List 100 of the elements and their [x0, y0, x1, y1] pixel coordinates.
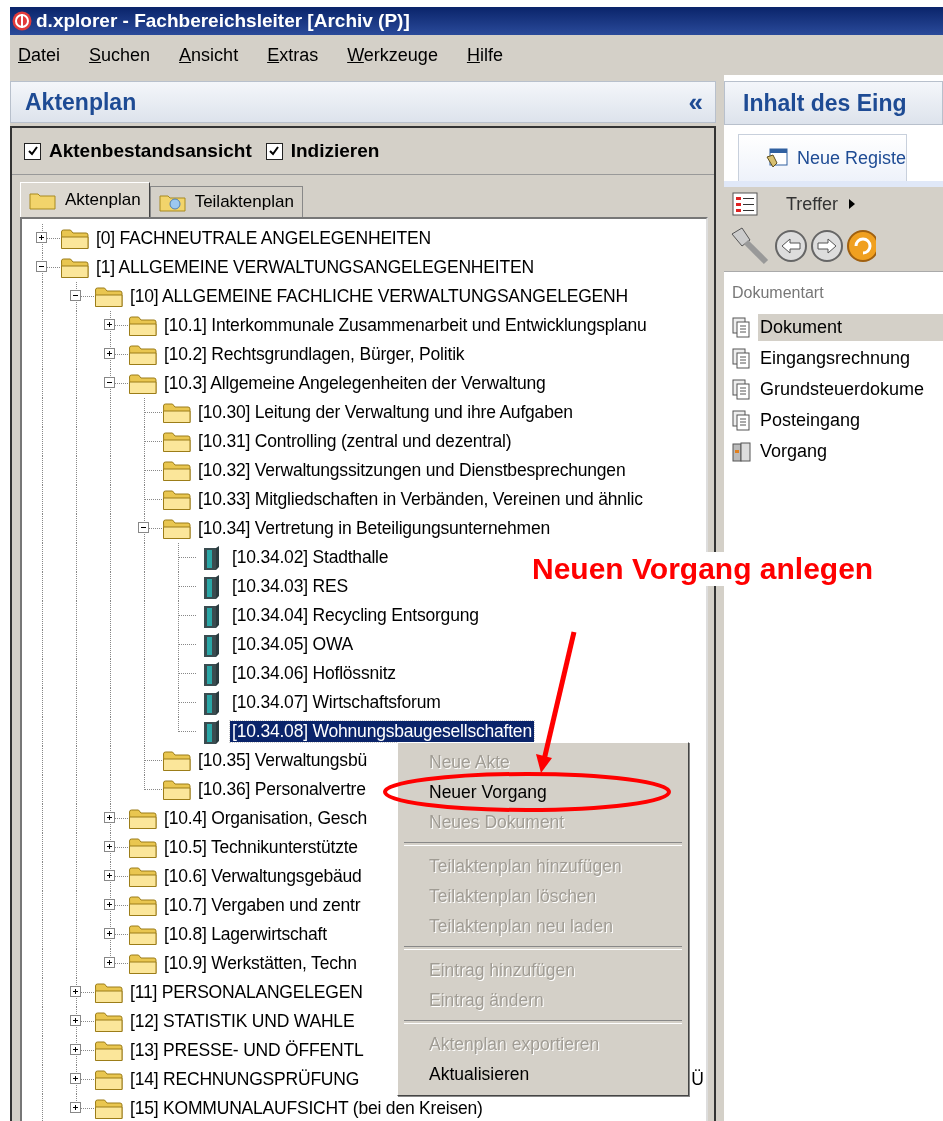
tree-item[interactable]: [10.1] Interkommunale Zusammenarbeit und Entwicklungsplanu — [162, 315, 649, 336]
expand-toggle[interactable] — [104, 812, 115, 823]
folder-icon — [128, 342, 158, 367]
document-icon — [732, 378, 752, 401]
expand-toggle[interactable] — [70, 986, 81, 997]
tree-item[interactable]: [13] PRESSE- UND ÖFFENTL — [128, 1040, 366, 1061]
menu-item[interactable]: Hilfe — [466, 44, 503, 66]
folder-icon — [94, 980, 124, 1005]
expand-toggle[interactable] — [70, 1073, 81, 1084]
checkbox-label: Aktenbestandsansicht — [49, 140, 252, 162]
caret-icon — [848, 198, 856, 210]
document-icon — [732, 316, 752, 339]
expand-toggle[interactable] — [104, 899, 115, 910]
tree-item[interactable]: [10.34.05] OWA — [230, 634, 356, 655]
expand-toggle[interactable] — [36, 232, 47, 243]
list-icon — [732, 192, 758, 216]
folder-icon — [94, 284, 124, 309]
menu-item[interactable]: Datei — [18, 44, 61, 66]
expand-toggle[interactable] — [138, 522, 149, 533]
folder-icon — [162, 748, 192, 773]
expand-toggle[interactable] — [70, 1044, 81, 1055]
expand-toggle[interactable] — [36, 261, 47, 272]
tree-item[interactable]: [10.34] Vertretung in Beteiligungsunternehmen — [196, 518, 552, 539]
expand-toggle[interactable] — [104, 870, 115, 881]
tree-item[interactable]: [10.8] Lagerwirtschaft — [162, 924, 329, 945]
folder-icon — [162, 429, 192, 454]
expand-toggle[interactable] — [104, 319, 115, 330]
folder-icon — [128, 893, 158, 918]
folder-icon — [162, 400, 192, 425]
tab[interactable]: Neue Registe — [738, 134, 908, 181]
tree-item[interactable]: [10.6] Verwaltungsgebäud — [162, 866, 364, 887]
folder-icon — [94, 1038, 124, 1063]
tree-item[interactable]: [10.34.06] Hoflössnitz — [230, 663, 398, 684]
folder-icon — [94, 1009, 124, 1034]
tree-item[interactable]: [11] PERSONALANGELEGEN — [128, 982, 365, 1003]
tree-item[interactable]: [10.34.03] RES — [230, 576, 350, 597]
checkbox[interactable] — [24, 142, 41, 160]
checkbox[interactable] — [265, 142, 283, 160]
expand-toggle[interactable] — [104, 377, 115, 388]
window-title: d.xplorer - Fachbereichsleiter [Archiv (P)] — [36, 10, 410, 32]
tree-item[interactable]: [10.3] Allgemeine Angelegenheiten der Verwaltung — [162, 373, 548, 394]
tab[interactable]: Aktenplan — [20, 182, 150, 217]
folder-icon — [128, 951, 158, 976]
tree-item[interactable]: [10.34.02] Stadthalle — [230, 547, 391, 568]
tree-item[interactable]: [10.2] Rechtsgrundlagen, Bürger, Politik — [162, 344, 467, 365]
tab[interactable]: Teilaktenplan — [149, 186, 303, 217]
expand-toggle[interactable] — [70, 1102, 81, 1113]
menu-item[interactable]: Werkzeuge — [347, 44, 438, 66]
expand-toggle[interactable] — [70, 1015, 81, 1026]
menu-item[interactable]: Extras — [267, 44, 319, 66]
list-item[interactable]: Posteingang — [758, 407, 943, 434]
tree-item[interactable]: [10.5] Technikunterstützte — [162, 837, 360, 858]
list-item[interactable]: Vorgang — [758, 438, 943, 465]
document-icon — [732, 347, 752, 370]
folder-icon — [162, 458, 192, 483]
refresh-icon[interactable] — [846, 229, 876, 263]
panel-title: Inhalt des Eing — [743, 89, 907, 117]
folder-icon — [158, 192, 187, 212]
tree-item[interactable]: [10.33] Mitgliedschaften in Verbänden, Vereinen und ähnlic — [196, 489, 645, 510]
list-item[interactable]: Eingangsrechnung — [758, 345, 943, 372]
folder-icon — [162, 487, 192, 512]
tree-item[interactable]: [0] FACHNEUTRALE ANGELEGENHEITEN — [94, 228, 433, 249]
hits-menu[interactable]: Treffer — [786, 193, 838, 215]
tree-item[interactable]: Ü — [691, 1069, 704, 1090]
expand-toggle[interactable] — [104, 957, 115, 968]
list-item[interactable]: Grundsteuerdokume — [758, 376, 943, 403]
expand-toggle[interactable] — [104, 348, 115, 359]
tree-item[interactable]: [10.9] Werkstätten, Techn — [162, 953, 359, 974]
folder-icon — [128, 371, 158, 396]
binder-icon — [732, 440, 752, 463]
tree-item[interactable]: [10.7] Vergaben und zentr — [162, 895, 363, 916]
tree-item[interactable]: [10.34.08] Wohnungsbaugesellschaften — [230, 721, 534, 742]
menu-item[interactable]: Suchen — [89, 44, 151, 66]
tree-item[interactable]: [10.30] Leitung der Verwaltung und ihre Aufgaben — [196, 402, 575, 423]
expand-toggle[interactable] — [104, 841, 115, 852]
tree-item[interactable]: [14] RECHNUNGSPRÜFUNG — [128, 1069, 362, 1090]
expand-toggle[interactable] — [70, 290, 81, 301]
tree-item[interactable]: [10.35] Verwaltungsbü — [196, 750, 369, 771]
tree-item[interactable]: [10] ALLGEMEINE FACHLICHE VERWALTUNGSANGELEGENH — [128, 286, 630, 307]
tree-item[interactable]: [10.4] Organisation, Gesch — [162, 808, 369, 829]
panel-title: Aktenplan — [25, 88, 137, 116]
tree-item[interactable]: [1] ALLGEMEINE VERWALTUNGSANGELEGENHEITEN — [94, 257, 536, 278]
tree-item[interactable]: [10.36] Personalvertre — [196, 779, 368, 800]
collapse-button[interactable]: « — [688, 86, 703, 118]
folder-icon — [128, 806, 158, 831]
folder-icon — [162, 777, 192, 802]
folder-icon — [60, 226, 90, 251]
menu-item[interactable]: Aktualisieren — [429, 1064, 530, 1084]
folder-icon — [94, 1067, 124, 1092]
folder-icon — [128, 922, 158, 947]
list-item[interactable]: Dokument — [758, 314, 943, 341]
checkbox-label: Indizieren — [290, 140, 380, 162]
tree-item[interactable]: [10.34.07] Wirtschaftsforum — [230, 692, 443, 713]
menu-item[interactable]: Ansicht — [179, 44, 239, 66]
tree-item[interactable]: [10.32] Verwaltungssitzungen und Dienstbesprechungen — [196, 460, 628, 481]
tree-item[interactable]: [12] STATISTIK UND WAHLE — [128, 1011, 357, 1032]
tree-item[interactable]: [10.34.04] Recycling Entsorgung — [230, 605, 481, 626]
expand-toggle[interactable] — [104, 928, 115, 939]
tree-item[interactable]: [15] KOMMUNALAUFSICHT (bei den Kreisen) — [128, 1098, 485, 1119]
tree-item[interactable]: [10.31] Controlling (zentral und dezentral) — [196, 431, 514, 452]
